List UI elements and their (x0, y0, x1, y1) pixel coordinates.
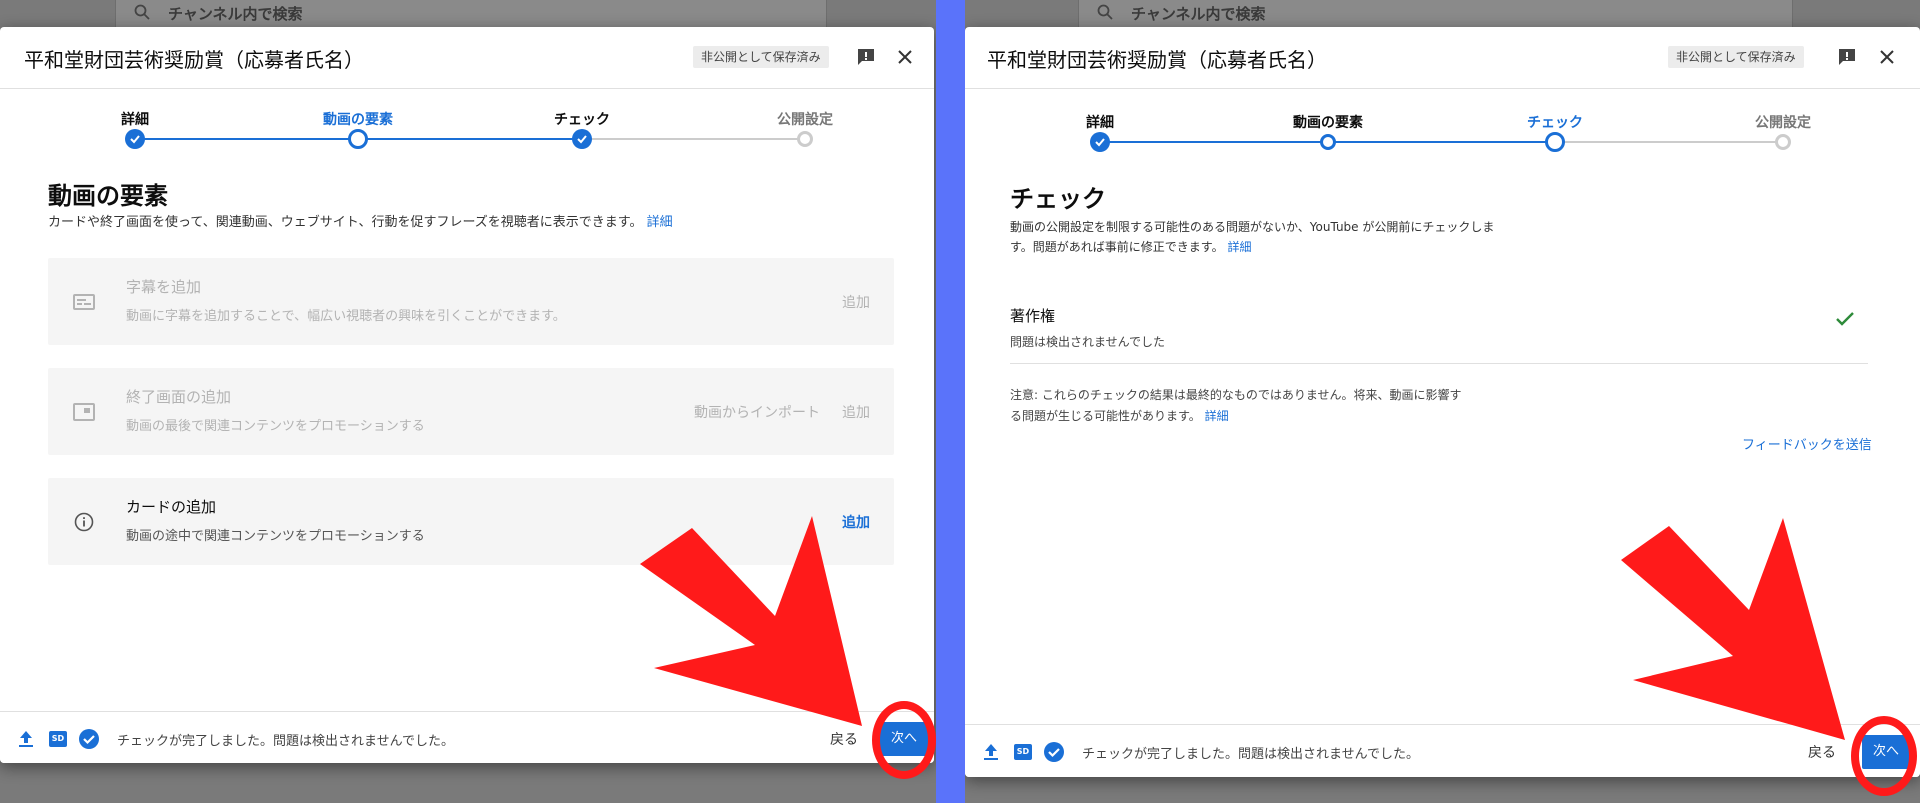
step-pending-icon[interactable] (1775, 134, 1791, 150)
close-icon[interactable] (893, 45, 917, 69)
learn-more-link[interactable]: 詳細 (1227, 240, 1251, 254)
close-icon[interactable] (1875, 45, 1899, 69)
section-description-line: 動画の公開設定を制限する可能性のある問題がないか、YouTube が公開前にチェ… (1010, 220, 1495, 234)
check-complete-icon (1044, 742, 1064, 762)
dialog-header: 平和堂財団芸術奨励賞（応募者氏名） 非公開として保存済み (0, 27, 934, 89)
dialog-header: 平和堂財団芸術奨励賞（応募者氏名） 非公開として保存済み (965, 27, 1920, 89)
step-label-details[interactable]: 詳細 (121, 109, 149, 129)
step-connector (358, 138, 582, 140)
step-connector (582, 138, 805, 140)
sd-quality-icon: SD (1013, 742, 1033, 762)
step-visited-icon[interactable] (1320, 134, 1336, 150)
step-label-visibility[interactable]: 公開設定 (777, 109, 833, 129)
right-panel: チャンネル内で検索 平和堂財団芸術奨励賞（応募者氏名） 非公開として保存済み 詳… (965, 0, 1920, 803)
step-label-video-elements[interactable]: 動画の要素 (1293, 112, 1363, 132)
copyright-check-row: 著作権 問題は検出されませんでした (1010, 280, 1868, 364)
step-current-icon[interactable] (1545, 132, 1565, 152)
footer-status: チェックが完了しました。問題は検出されませんでした。 (117, 734, 454, 749)
learn-more-link[interactable]: 詳細 (647, 215, 673, 230)
sd-label: SD (49, 731, 67, 747)
background-search-placeholder: チャンネル内で検索 (168, 5, 303, 23)
card-title: カードの追加 (126, 498, 217, 516)
add-end-screen-button[interactable]: 追加 (842, 402, 870, 422)
subtitles-icon (72, 290, 96, 314)
step-connector (1100, 141, 1328, 143)
progress-stepper: 詳細 動画の要素 チェック 公開設定 (0, 89, 934, 179)
annotation-circle (1851, 716, 1917, 796)
send-feedback-link[interactable]: フィードバックを送信 (1742, 434, 1872, 453)
search-icon (134, 4, 150, 20)
section-description-text: す。問題があれば事前に修正できます。 (1010, 240, 1224, 254)
sd-quality-icon: SD (48, 729, 68, 749)
section-description-text: カードや終了画面を使って、関連動画、ウェブサイト、行動を促すフレーズを視聴者に表… (48, 215, 643, 230)
section-title: 動画の要素 (48, 182, 168, 210)
background-search-placeholder: チャンネル内で検索 (1131, 5, 1266, 23)
upload-icon (16, 729, 36, 749)
end-screen-card: 終了画面の追加 動画の最後で関連コンテンツをプロモーションする 動画からインポー… (48, 368, 894, 455)
annotation-arrow (640, 516, 862, 726)
note-text: る問題が生じる可能性があります。 (1010, 409, 1201, 423)
progress-stepper: 詳細 動画の要素 チェック 公開設定 (965, 89, 1920, 179)
step-connector (135, 138, 358, 140)
subtitles-card: 字幕を追加 動画に字幕を追加することで、幅広い視聴者の興味を引くことができます。… (48, 258, 894, 345)
step-label-video-elements[interactable]: 動画の要素 (323, 109, 393, 129)
card-title: 字幕を追加 (126, 278, 202, 296)
checkmark-icon (1835, 311, 1855, 331)
dialog-title: 平和堂財団芸術奨励賞（応募者氏名） (987, 48, 1327, 72)
step-label-details[interactable]: 詳細 (1086, 112, 1114, 132)
dialog-title: 平和堂財団芸術奨励賞（応募者氏名） (24, 48, 364, 72)
step-done-check-icon[interactable] (125, 129, 145, 149)
background-search-bar: チャンネル内で検索 (115, 0, 827, 27)
check-complete-icon (79, 729, 99, 749)
footer-status: チェックが完了しました。問題は検出されませんでした。 (1082, 747, 1419, 762)
background-search-bar: チャンネル内で検索 (1078, 0, 1793, 27)
info-icon (72, 510, 96, 534)
step-done-check-icon[interactable] (572, 129, 592, 149)
note-line: る問題が生じる可能性があります。 詳細 (1010, 406, 1530, 427)
search-icon (1097, 4, 1113, 20)
section-description: カードや終了画面を使って、関連動画、ウェブサイト、行動を促すフレーズを視聴者に表… (48, 213, 673, 233)
add-subtitles-button[interactable]: 追加 (842, 292, 870, 312)
copyright-status: 問題は検出されませんでした (1010, 335, 1166, 349)
checks-note: 注意: これらのチェックの結果は最終的なものではありません。将来、動画に影響す … (1010, 385, 1530, 427)
section-title: チェック (1010, 185, 1106, 213)
annotation-circle (872, 701, 936, 779)
step-connector (1555, 141, 1783, 143)
section-description: 動画の公開設定を制限する可能性のある問題がないか、YouTube が公開前にチェ… (1010, 217, 1494, 257)
card-description: 動画の途中で関連コンテンツをプロモーションする (126, 529, 425, 544)
step-pending-icon[interactable] (797, 131, 813, 147)
step-done-check-icon[interactable] (1090, 132, 1110, 152)
panel-divider (936, 0, 965, 803)
upload-icon (981, 742, 1001, 762)
feedback-icon[interactable] (1835, 45, 1859, 69)
step-connector (1328, 141, 1555, 143)
note-learn-more-link[interactable]: 詳細 (1205, 409, 1229, 423)
import-from-video-button[interactable]: 動画からインポート (694, 402, 820, 422)
sd-label: SD (1014, 744, 1032, 760)
feedback-icon[interactable] (854, 45, 878, 69)
card-title: 終了画面の追加 (126, 388, 232, 406)
left-panel: チャンネル内で検索 平和堂財団芸術奨励賞（応募者氏名） 非公開として保存済み 詳… (0, 0, 936, 803)
step-label-visibility[interactable]: 公開設定 (1755, 112, 1811, 132)
saved-status-badge: 非公開として保存済み (693, 46, 829, 68)
card-description: 動画に字幕を追加することで、幅広い視聴者の興味を引くことができます。 (126, 309, 566, 324)
step-current-icon[interactable] (348, 129, 368, 149)
note-line: 注意: これらのチェックの結果は最終的なものではありません。将来、動画に影響す (1010, 388, 1462, 402)
section-description-line: す。問題があれば事前に修正できます。 詳細 (1010, 237, 1494, 257)
annotation-arrow (1621, 518, 1845, 740)
step-label-checks[interactable]: チェック (1527, 112, 1583, 132)
card-description: 動画の最後で関連コンテンツをプロモーションする (126, 419, 425, 434)
copyright-title: 著作権 (1010, 307, 1056, 325)
saved-status-badge: 非公開として保存済み (1668, 46, 1804, 68)
end-screen-icon (72, 400, 96, 424)
step-label-checks[interactable]: チェック (554, 109, 610, 129)
